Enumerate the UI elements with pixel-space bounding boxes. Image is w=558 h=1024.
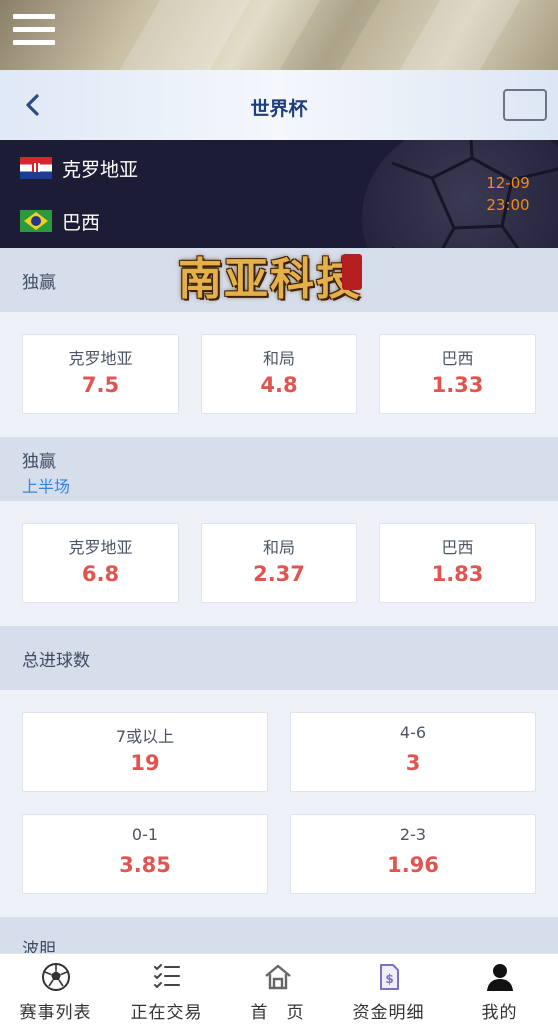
odd-label: 巴西 — [441, 538, 474, 557]
page-title: 世界杯 — [250, 98, 308, 120]
match-clock: 23:00 — [486, 196, 530, 214]
match-time: 12-09 23:00 — [470, 172, 546, 216]
tab-match-list[interactable]: 赛事列表 — [0, 954, 111, 1024]
odd-value: 2.37 — [253, 562, 305, 586]
odd-card[interactable]: 克罗地亚 7.5 — [22, 334, 179, 414]
odd-card[interactable]: 2-3 1.96 — [290, 814, 536, 894]
odd-value: 6.8 — [81, 562, 120, 586]
brazil-flag-icon — [20, 210, 52, 232]
odd-value: 1.83 — [431, 562, 484, 586]
croatia-flag-icon — [20, 157, 52, 179]
nanya-tech-logo: 南亚科技 — [178, 254, 362, 305]
tab-home[interactable]: 首 页 — [222, 954, 333, 1024]
top-banner — [0, 0, 558, 70]
section-header-total-goals: 总进球数 — [0, 626, 558, 690]
bottom-nav: 赛事列表 正在交易 首 页 $ 资金明细 我的 — [0, 953, 558, 1024]
odd-value: 1.96 — [387, 853, 439, 877]
odd-label: 和局 — [262, 349, 295, 368]
away-team-name: 巴西 — [62, 211, 101, 234]
odd-label: 7或以上 — [115, 727, 175, 746]
tab-label: 资金明细 — [352, 1003, 425, 1023]
fund-document-icon: $ — [374, 962, 404, 992]
tab-label: 我的 — [481, 1003, 518, 1023]
tab-trading[interactable]: 正在交易 — [111, 954, 222, 1024]
odd-value: 7.5 — [81, 373, 120, 397]
soccer-ball-icon — [41, 962, 71, 992]
odd-value: 3.85 — [119, 853, 171, 877]
checklist-icon — [152, 962, 182, 992]
odd-label: 巴西 — [441, 349, 474, 368]
odd-card[interactable]: 0-1 3.85 — [22, 814, 268, 894]
odd-card[interactable]: 4-6 3 — [290, 712, 536, 792]
hamburger-menu-icon[interactable] — [13, 14, 55, 52]
odd-label: 和局 — [262, 538, 295, 557]
match-date: 12-09 — [486, 174, 530, 192]
odd-card[interactable]: 和局 4.8 — [201, 334, 357, 414]
tab-label: 首 页 — [250, 1003, 305, 1023]
home-icon — [263, 962, 293, 992]
logo-seal — [342, 254, 362, 290]
section-title: 独赢 — [22, 273, 56, 293]
section-title: 独赢 — [22, 452, 56, 472]
tab-funds[interactable]: $ 资金明细 — [333, 954, 444, 1024]
tab-label: 正在交易 — [130, 1003, 203, 1023]
section-title: 波胆 — [22, 940, 56, 953]
nav-bar: 世界杯 — [0, 70, 558, 140]
section-header-correct-score: 波胆 — [0, 917, 558, 953]
odd-card[interactable]: 克罗地亚 6.8 — [22, 523, 179, 603]
odd-card[interactable]: 7或以上 19 — [22, 712, 268, 792]
odd-value: 19 — [130, 751, 160, 775]
odd-label: 克罗地亚 — [68, 349, 133, 368]
odd-card[interactable]: 巴西 1.33 — [379, 334, 536, 414]
odd-label: 2-3 — [399, 825, 427, 844]
match-header: 克罗地亚 巴西 12-09 23:00 — [0, 140, 558, 248]
home-team-name: 克罗地亚 — [62, 158, 139, 181]
odd-value: 3 — [405, 751, 421, 775]
odd-label: 4-6 — [399, 723, 427, 742]
odd-value: 4.8 — [260, 373, 298, 397]
odd-value: 1.33 — [431, 373, 484, 397]
section-subtitle: 上半场 — [22, 477, 71, 496]
away-team: 巴西 — [20, 208, 100, 234]
square-button[interactable] — [503, 89, 547, 121]
odd-card[interactable]: 巴西 1.83 — [379, 523, 536, 603]
user-icon — [485, 962, 515, 992]
home-team: 克罗地亚 — [20, 155, 138, 181]
odd-label: 0-1 — [131, 825, 159, 844]
odd-label: 克罗地亚 — [68, 538, 133, 557]
section-header-first-half: 独赢 上半场 — [0, 437, 558, 501]
tab-mine[interactable]: 我的 — [444, 954, 555, 1024]
section-title: 总进球数 — [22, 651, 90, 671]
odd-card[interactable]: 和局 2.37 — [201, 523, 357, 603]
svg-text:$: $ — [385, 972, 393, 986]
tab-label: 赛事列表 — [19, 1003, 92, 1023]
